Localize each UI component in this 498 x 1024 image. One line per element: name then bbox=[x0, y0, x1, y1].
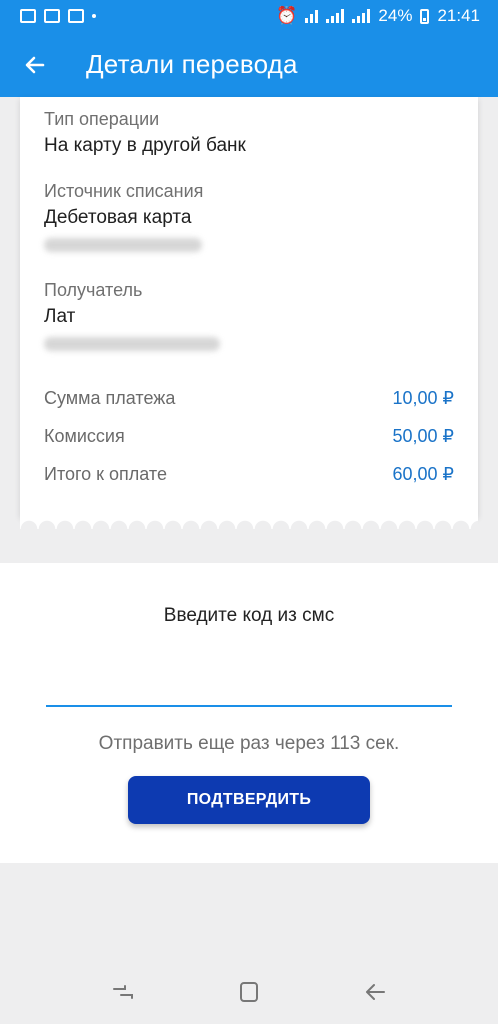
back-nav-button[interactable] bbox=[355, 972, 395, 1012]
arrow-left-icon bbox=[25, 56, 45, 73]
page-title: Детали перевода bbox=[86, 49, 298, 79]
total-label: Итого к оплате bbox=[44, 464, 167, 484]
receipt-scalloped-edge bbox=[20, 515, 478, 529]
source-label: Источник списания bbox=[44, 181, 204, 201]
clock: 21:41 bbox=[437, 6, 480, 25]
back-nav-icon bbox=[366, 984, 385, 1000]
source-value: Дебетовая карта bbox=[44, 207, 192, 228]
source-card-number-redacted bbox=[44, 238, 202, 252]
toolbar: Детали перевода bbox=[0, 32, 498, 97]
home-button[interactable] bbox=[229, 972, 269, 1012]
signal-2-icon bbox=[352, 9, 371, 23]
recipient-label: Получатель bbox=[44, 280, 143, 300]
app-bar: ⏰ 24% 21:41 Детали перевода bbox=[0, 0, 498, 97]
sms-code-input[interactable] bbox=[46, 663, 452, 707]
more-notifications-icon bbox=[92, 14, 96, 18]
recent-apps-icon bbox=[113, 985, 133, 999]
status-bar: ⏰ 24% 21:41 bbox=[0, 0, 498, 32]
commission-label: Комиссия bbox=[44, 426, 125, 446]
recent-apps-button[interactable] bbox=[103, 972, 143, 1012]
wifi-icon bbox=[305, 9, 319, 23]
amount-value: 10,00 ₽ bbox=[392, 388, 455, 408]
commission-value: 50,00 ₽ bbox=[392, 426, 455, 446]
home-icon bbox=[240, 982, 258, 1002]
amount-label: Сумма платежа bbox=[44, 388, 176, 408]
signal-icon bbox=[326, 9, 345, 23]
sms-confirmation-panel: Введите код из смс Отправить еще раз чер… bbox=[0, 563, 498, 863]
notification-app-icon bbox=[20, 9, 36, 23]
operation-type-value: На карту в другой банк bbox=[44, 135, 246, 156]
resend-timer-text: Отправить еще раз через 113 сек. bbox=[98, 733, 400, 754]
sms-code-title: Введите код из смс bbox=[163, 605, 335, 626]
facebook-icon bbox=[44, 9, 60, 23]
recipient-card-number-redacted bbox=[44, 337, 220, 351]
back-button[interactable] bbox=[0, 32, 70, 97]
confirm-button[interactable]: ПОДТВЕРДИТЬ bbox=[128, 776, 370, 824]
recipient-value: Лат bbox=[44, 306, 76, 327]
battery-percent: 24% bbox=[378, 6, 413, 25]
receipt-card: Тип операции На карту в другой банк Исто… bbox=[20, 97, 478, 517]
system-navigation-bar bbox=[0, 960, 498, 1024]
battery-icon bbox=[420, 8, 430, 24]
total-value: 60,00 ₽ bbox=[392, 464, 455, 484]
operation-type-label: Тип операции bbox=[44, 109, 160, 129]
alarm-icon: ⏰ bbox=[276, 6, 298, 25]
chat-icon bbox=[68, 9, 84, 23]
